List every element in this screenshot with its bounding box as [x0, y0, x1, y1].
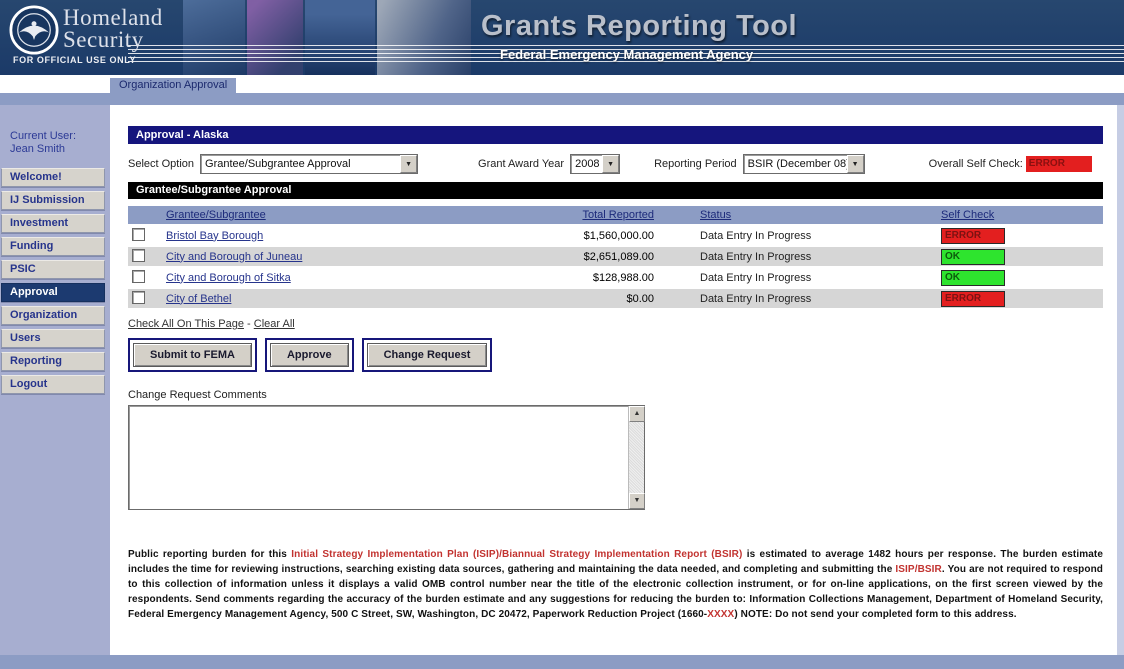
link-separator: - — [244, 318, 254, 330]
subsection-title-bar: Grantee/Subgrantee Approval — [128, 182, 1103, 199]
homeland-security-wordmark: Homeland Security — [63, 7, 163, 51]
status-cell: Data Entry In Progress — [700, 272, 811, 284]
right-edge-strip — [1117, 105, 1124, 655]
reporting-period-dropdown[interactable]: BSIR (December 08) ▼ — [743, 154, 865, 174]
column-header-self-check[interactable]: Self Check — [941, 209, 994, 221]
main-area: Approval - Alaska Select Option Grantee/… — [110, 105, 1124, 655]
note-segment: Initial Strategy Implementation Plan (IS… — [291, 549, 742, 560]
select-option-dropdown[interactable]: Grantee/Subgrantee Approval ▼ — [200, 154, 418, 174]
sidebar: Current User: Jean Smith Welcome! IJ Subm… — [0, 105, 110, 655]
wordmark-line2: Security — [63, 29, 163, 51]
submit-to-fema-button[interactable]: Submit to FEMA — [133, 343, 252, 367]
status-cell: Data Entry In Progress — [700, 230, 811, 242]
current-user: Current User: Jean Smith — [10, 130, 110, 156]
sidebar-item-ij-submission[interactable]: IJ Submission — [1, 191, 105, 210]
self-check-badge: OK — [941, 270, 1005, 286]
check-all-link[interactable]: Check All On This Page — [128, 318, 244, 330]
change-request-button-frame: Change Request — [362, 338, 493, 372]
note-segment: XXXX — [707, 609, 734, 620]
sidebar-item-welcome[interactable]: Welcome! — [1, 168, 105, 187]
grantee-link[interactable]: City and Borough of Sitka — [166, 272, 291, 284]
fouo-label: FOR OFFICIAL USE ONLY — [13, 55, 136, 65]
current-user-label: Current User: — [10, 130, 110, 143]
status-cell: Data Entry In Progress — [700, 293, 811, 305]
tab-organization-approval[interactable]: Organization Approval — [110, 78, 236, 93]
sidebar-item-funding[interactable]: Funding — [1, 237, 105, 256]
sidebar-nav: Welcome! IJ Submission Investment Funding PS… — [0, 168, 110, 394]
sidebar-item-reporting[interactable]: Reporting — [1, 352, 105, 371]
sidebar-item-organization[interactable]: Organization — [1, 306, 105, 325]
submit-to-fema-button-frame: Submit to FEMA — [128, 338, 257, 372]
current-user-name: Jean Smith — [10, 143, 110, 156]
approve-button[interactable]: Approve — [270, 343, 349, 367]
sidebar-item-approval[interactable]: Approval — [1, 283, 105, 302]
header-band — [0, 93, 1124, 105]
scrollbar[interactable]: ▲ ▼ — [628, 406, 644, 509]
change-request-button[interactable]: Change Request — [367, 343, 488, 367]
note-segment: Public reporting burden for this — [128, 549, 291, 560]
grant-award-year-dropdown[interactable]: 2008 ▼ — [570, 154, 620, 174]
row-checkbox[interactable] — [132, 291, 145, 304]
paperwork-burden-note: Public reporting burden for this Initial… — [128, 547, 1103, 622]
bulk-select-links: Check All On This Page - Clear All — [128, 318, 1103, 330]
clear-all-link[interactable]: Clear All — [254, 318, 295, 330]
sidebar-item-users[interactable]: Users — [1, 329, 105, 348]
chevron-down-icon: ▼ — [847, 155, 864, 173]
approve-button-frame: Approve — [265, 338, 354, 372]
column-header-status[interactable]: Status — [700, 209, 731, 221]
row-checkbox[interactable] — [132, 228, 145, 241]
grantee-link[interactable]: Bristol Bay Borough — [166, 230, 263, 242]
self-check-badge: ERROR — [941, 228, 1005, 244]
self-check-badge: OK — [941, 249, 1005, 265]
table-row: City and Borough of Sitka $128,988.00 Data… — [128, 268, 1103, 289]
action-buttons: Submit to FEMA Approve Change Request — [128, 338, 1103, 372]
grant-award-year-label: Grant Award Year — [478, 158, 564, 170]
select-option-label: Select Option — [128, 158, 194, 170]
grantee-link[interactable]: City of Bethel — [166, 293, 231, 305]
self-check-badge: ERROR — [941, 291, 1005, 307]
app-header: Homeland Security FOR OFFICIAL USE ONLY … — [0, 0, 1124, 75]
sidebar-item-psic[interactable]: PSIC — [1, 260, 105, 279]
row-checkbox[interactable] — [132, 270, 145, 283]
row-checkbox[interactable] — [132, 249, 145, 262]
dhs-seal-icon — [9, 5, 59, 55]
wordmark-line1: Homeland — [63, 7, 163, 29]
table-body: Bristol Bay Borough $1,560,000.00 Data Ent… — [128, 226, 1103, 310]
comments-field-wrapper: ▲ ▼ — [128, 405, 645, 510]
comments-label: Change Request Comments — [128, 389, 1103, 401]
change-request-comments-input[interactable] — [130, 407, 627, 508]
table-row: City of Bethel $0.00 Data Entry In Progres… — [128, 289, 1103, 310]
scroll-down-icon[interactable]: ▼ — [629, 493, 645, 509]
overall-self-check-status-badge: ERROR — [1026, 156, 1092, 172]
reporting-period-label: Reporting Period — [654, 158, 737, 170]
section-title-bar: Approval - Alaska — [128, 126, 1103, 144]
chevron-down-icon: ▼ — [602, 155, 619, 173]
table-header-row: Grantee/Subgrantee Total Reported Status… — [128, 206, 1103, 226]
total-reported-cell: $1,560,000.00 — [554, 230, 654, 242]
page: Homeland Security FOR OFFICIAL USE ONLY … — [0, 0, 1124, 669]
table-row: Bristol Bay Borough $1,560,000.00 Data Ent… — [128, 226, 1103, 247]
app-subtitle: Federal Emergency Management Agency — [500, 47, 753, 62]
total-reported-cell: $0.00 — [554, 293, 654, 305]
filter-controls: Select Option Grantee/Subgrantee Approva… — [128, 153, 1103, 175]
sidebar-item-logout[interactable]: Logout — [1, 375, 105, 394]
sidebar-item-investment[interactable]: Investment — [1, 214, 105, 233]
overall-self-check-label: Overall Self Check: — [929, 158, 1023, 170]
note-segment: NOTE: Do not send your completed form to… — [741, 609, 1017, 620]
column-header-grantee[interactable]: Grantee/Subgrantee — [166, 209, 266, 221]
bottom-band — [0, 655, 1124, 669]
total-reported-cell: $2,651,089.00 — [554, 251, 654, 263]
app-title: Grants Reporting Tool — [481, 10, 797, 43]
approval-table: Grantee/Subgrantee Total Reported Status… — [128, 206, 1103, 310]
column-header-total-reported[interactable]: Total Reported — [582, 209, 654, 221]
status-cell: Data Entry In Progress — [700, 251, 811, 263]
grantee-link[interactable]: City and Borough of Juneau — [166, 251, 302, 263]
scroll-up-icon[interactable]: ▲ — [629, 406, 645, 422]
tab-strip: Organization Approval — [0, 75, 1124, 93]
chevron-down-icon: ▼ — [400, 155, 417, 173]
table-row: City and Borough of Juneau $2,651,089.00 D… — [128, 247, 1103, 268]
total-reported-cell: $128,988.00 — [554, 272, 654, 284]
note-segment: ISIP/BSIR — [895, 564, 941, 575]
